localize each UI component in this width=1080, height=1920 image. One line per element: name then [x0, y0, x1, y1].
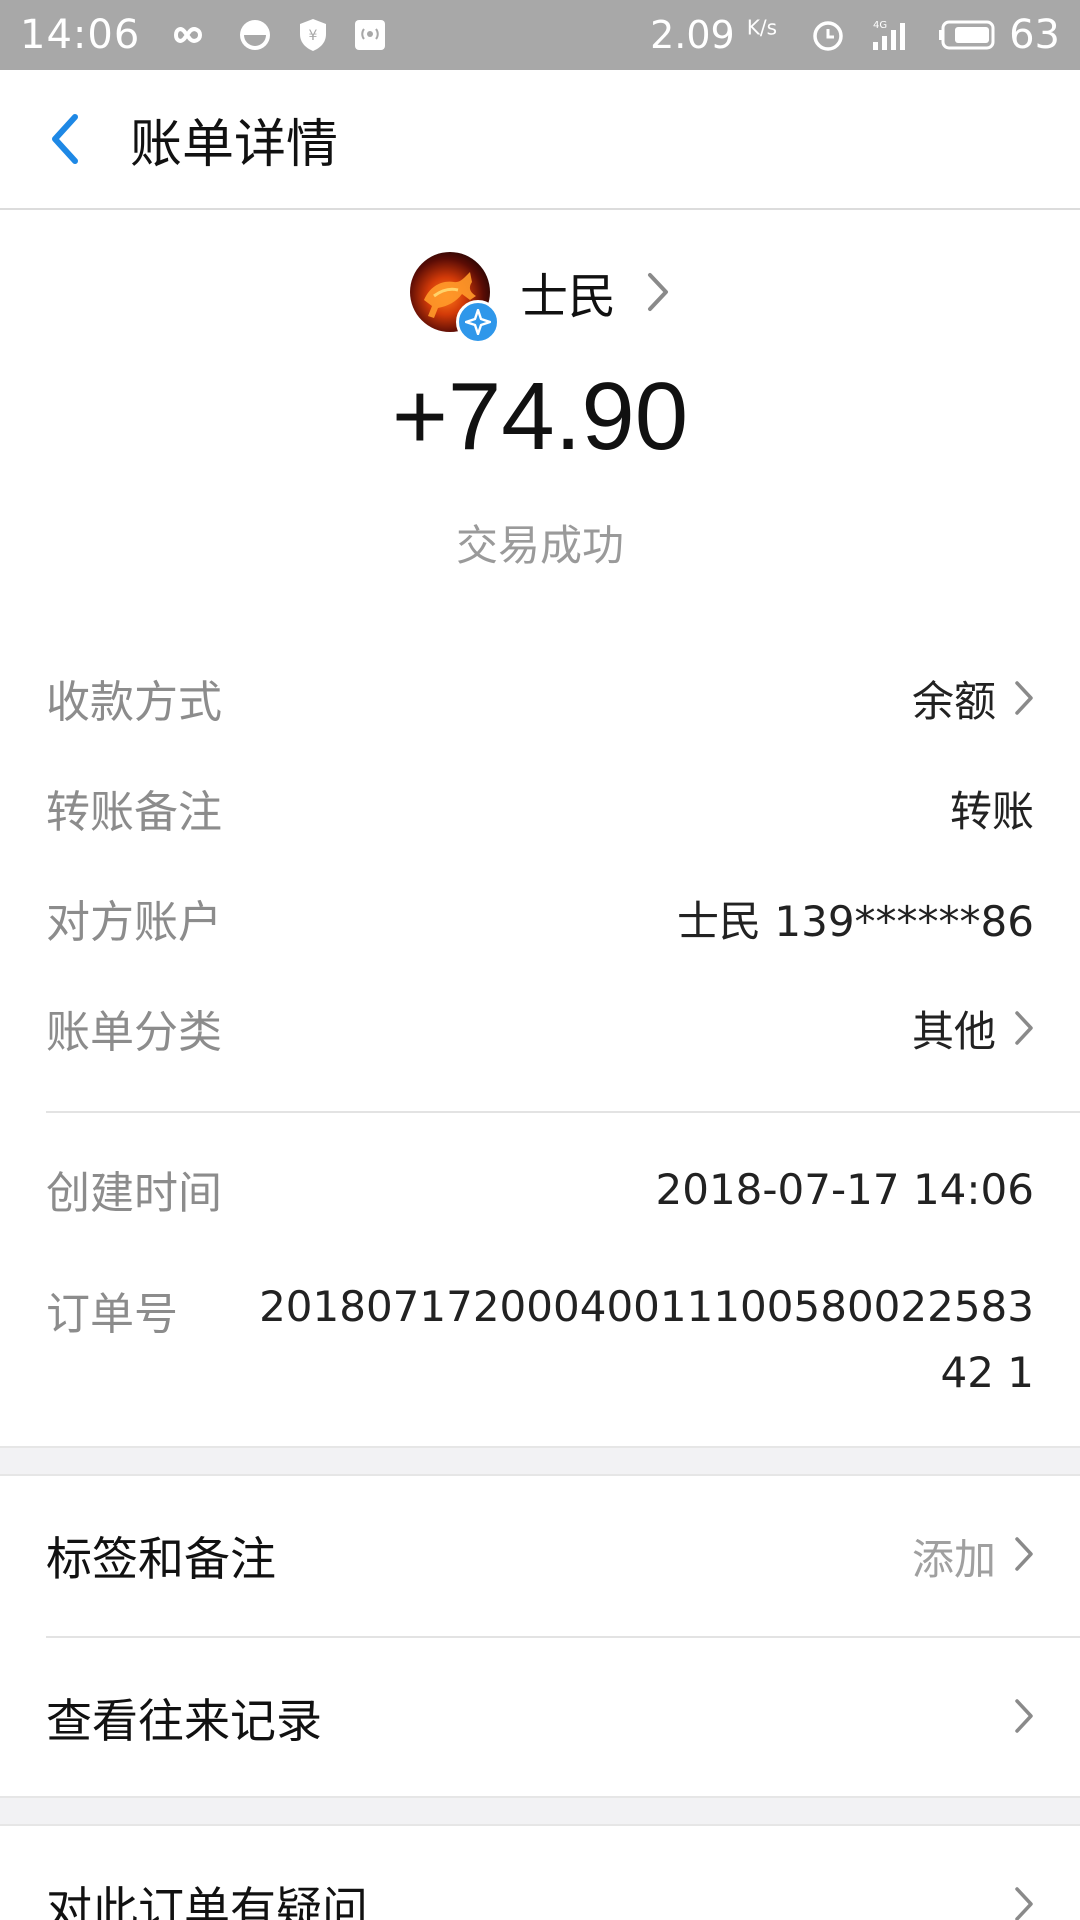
payer-name: 士民 [519, 269, 616, 325]
detail-label: 订单号 [46, 1289, 178, 1340]
detail-label: 收款方式 [46, 677, 222, 728]
detail-row-transfer-note: 转账备注 转账 [0, 753, 1080, 863]
status-time: 14:06 [20, 12, 141, 58]
action-right: 添加 [912, 1526, 1034, 1587]
verified-badge-icon [455, 300, 500, 344]
detail-row-order-number: 订单号 2018071720004001110058002258342 1 [0, 1260, 1080, 1397]
action-label: 查看往来记录 [46, 1694, 322, 1748]
detail-row-payment-method[interactable]: 收款方式 余额 [0, 643, 1080, 753]
chevron-right-icon [646, 271, 670, 313]
page-title: 账单详情 [130, 114, 339, 175]
detail-value: 士民 139******86 [677, 888, 1034, 949]
detail-value: 2018-07-17 14:06 [656, 1165, 1034, 1214]
status-bar-left: 14:06 ¥ [20, 12, 386, 58]
view-history-row[interactable]: 查看往来记录 [0, 1638, 1080, 1798]
detail-label: 对方账户 [46, 897, 222, 948]
avatar-wrap [409, 252, 500, 344]
back-button[interactable] [0, 69, 130, 209]
chevron-right-icon [1014, 1886, 1034, 1920]
detail-value-text: 其他 [911, 1006, 996, 1056]
detail-label: 创建时间 [46, 1168, 222, 1219]
action-right [1014, 1698, 1034, 1738]
transaction-amount: +74.90 [391, 363, 689, 470]
detail-value-text: 士民 139******86 [677, 896, 1034, 946]
battery-level: 63 [1009, 12, 1060, 58]
detail-label: 转账备注 [46, 787, 222, 838]
transaction-status: 交易成功 [455, 521, 624, 570]
detail-row-category[interactable]: 账单分类 其他 [0, 973, 1080, 1083]
battery-icon [939, 20, 997, 50]
network-speed-value: 2.09 [650, 13, 735, 57]
detail-value: 余额 [912, 668, 1034, 729]
nav-bar: 账单详情 [0, 70, 1080, 210]
detail-value-text: 余额 [911, 676, 996, 726]
chevron-right-icon [1014, 1010, 1034, 1046]
status-bar-right: 2.09 K/s 4G 63 [650, 12, 1060, 58]
alarm-icon [811, 18, 845, 52]
payer-link[interactable]: 士民 [0, 252, 1080, 344]
network-speed: 2.09 K/s [650, 13, 777, 57]
chevron-right-icon [1014, 1698, 1034, 1738]
tags-and-notes-row[interactable]: 标签和备注 添加 [0, 1476, 1080, 1636]
detail-value: 其他 [912, 998, 1034, 1059]
add-hint: 添加 [911, 1534, 996, 1584]
hotspot-icon [354, 19, 386, 51]
divider [46, 1111, 1080, 1113]
chevron-right-icon [1014, 1536, 1034, 1576]
detail-value-text: 转账 [949, 786, 1034, 836]
detail-row-counterparty: 对方账户 士民 139******86 [0, 863, 1080, 973]
action-label: 对此订单有疑问 [46, 1882, 368, 1920]
signal-4g-icon: 4G [871, 18, 913, 52]
svg-text:¥: ¥ [309, 28, 318, 44]
bill-header: 士民 +74.90 交易成功 [0, 212, 1080, 612]
chevron-right-icon [1014, 680, 1034, 716]
section-gap [0, 1796, 1080, 1826]
svg-text:4G: 4G [873, 20, 887, 31]
action-label: 标签和备注 [46, 1532, 276, 1586]
order-question-row[interactable]: 对此订单有疑问 [0, 1826, 1080, 1920]
bill-detail-screen: 14:06 ¥ 2.09 K/s 4G 63 账单详情 士民 +74.90 交易… [0, 0, 1080, 1920]
detail-row-created-time: 创建时间 2018-07-17 14:06 [0, 1134, 1080, 1244]
infinity-icon [166, 22, 212, 48]
action-right [1014, 1886, 1034, 1920]
detail-label: 账单分类 [46, 1007, 222, 1058]
detail-value-text: 2018-07-17 14:06 [655, 1164, 1034, 1214]
chevron-left-icon [52, 114, 78, 164]
network-speed-unit: K/s [746, 15, 778, 40]
detail-value: 转账 [950, 778, 1034, 839]
status-bar: 14:06 ¥ 2.09 K/s 4G 63 [0, 0, 1080, 70]
shield-yen-icon: ¥ [298, 18, 328, 52]
order-number: 2018071720004001110058002258342 1 [259, 1282, 1034, 1397]
face-icon [238, 18, 272, 52]
section-gap [0, 1446, 1080, 1476]
